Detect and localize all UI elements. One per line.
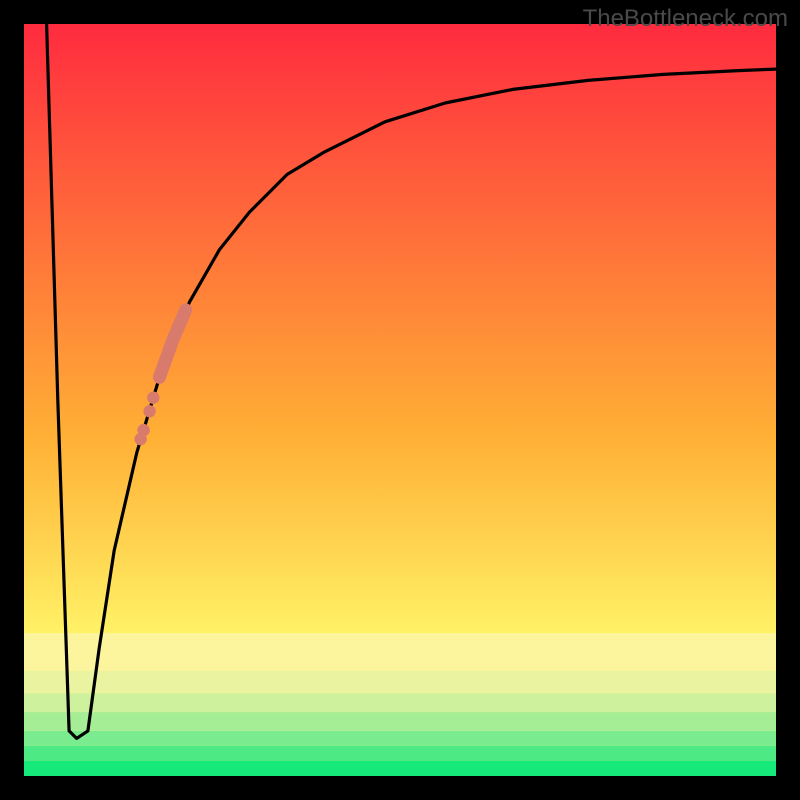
- highlight-dot: [147, 392, 159, 404]
- bottleneck-chart: [0, 0, 800, 800]
- highlight-dot: [137, 424, 149, 436]
- chart-container: TheBottleneck.com: [0, 0, 800, 800]
- watermark-text: TheBottleneck.com: [583, 5, 788, 33]
- highlight-dot: [143, 405, 155, 417]
